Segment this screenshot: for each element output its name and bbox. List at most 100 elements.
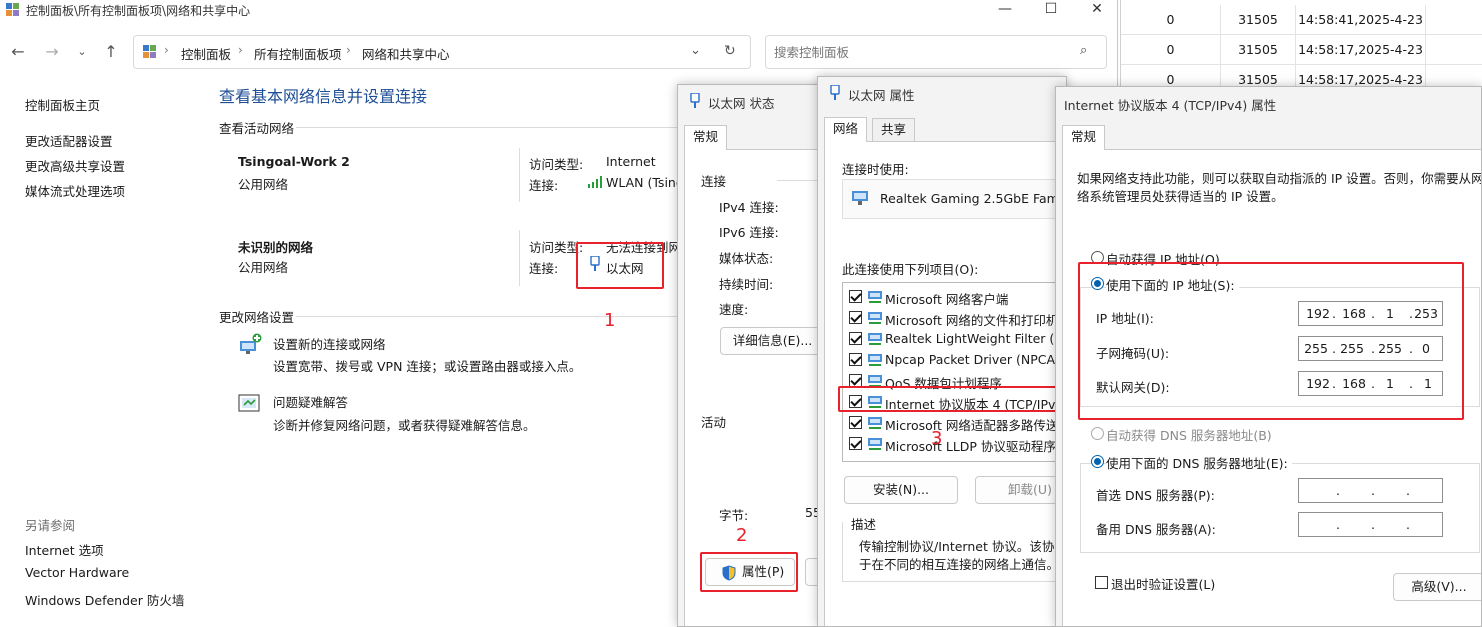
breadcrumb-network-center[interactable]: 网络和共享中心 [362, 44, 450, 63]
recent-dropdown-icon[interactable]: ⌄ [70, 40, 94, 64]
new-connection-icon [238, 333, 262, 358]
alternate-dns-field[interactable]: . . . [1298, 512, 1443, 537]
sidebar-item-home[interactable]: 控制面板主页 [25, 95, 100, 114]
validate-checkbox[interactable] [1095, 576, 1108, 589]
change-settings-label: 更改网络设置 [219, 310, 295, 325]
see-also-title: 另请参阅 [25, 518, 76, 533]
intro-text-line2: 络系统管理员处获得适当的 IP 设置。 [1077, 189, 1284, 204]
chevron-right-icon: › [238, 43, 243, 57]
maximize-button[interactable]: ☐ [1028, 0, 1074, 26]
wlan-connection-link[interactable]: WLAN (Tsing [606, 175, 684, 190]
sidebar-item-advanced-sharing[interactable]: 更改高级共享设置 [25, 156, 125, 175]
divider [519, 148, 520, 202]
ipv4-connection-label: IPv4 连接: [719, 200, 779, 215]
search-input[interactable] [774, 43, 1064, 61]
component-icon [867, 332, 883, 349]
tab-sharing[interactable]: 共享 [872, 118, 916, 142]
chevron-down-icon[interactable]: ⌄ [690, 43, 701, 58]
item-checkbox[interactable] [849, 437, 862, 450]
ethernet-status-dialog: 以太网 状态 常规 连接 IPv4 连接: IPv6 连接: 媒体状态: 持续时… [677, 84, 837, 627]
auto-dns-radio[interactable] [1091, 427, 1104, 440]
minimize-button[interactable]: — [982, 0, 1028, 26]
see-also-internet-options[interactable]: Internet 选项 [25, 540, 104, 559]
setup-connection-link[interactable]: 设置新的连接或网络 [273, 334, 386, 353]
connection-section-label: 连接 [701, 174, 727, 189]
connection-label: 连接: [529, 261, 559, 276]
close-button[interactable]: ✕ [1074, 0, 1117, 26]
search-box[interactable]: ⌕ [765, 35, 1107, 69]
dns-dot: . [1406, 483, 1410, 498]
tab-general[interactable]: 常规 [1062, 125, 1106, 150]
install-button[interactable]: 安装(N)... [844, 476, 958, 504]
list-item[interactable]: Microsoft LLDP 协议驱动程序 [843, 433, 1063, 454]
speed-label: 速度: [719, 302, 749, 317]
list-item[interactable]: Microsoft 网络的文件和打印机 [843, 307, 1063, 328]
window-title: 控制面板\所有控制面板项\网络和共享中心 [26, 4, 251, 18]
highlight-ethernet-link [576, 242, 664, 289]
item-checkbox[interactable] [849, 311, 862, 324]
chevron-right-icon: › [346, 43, 351, 57]
adapter-box: Realtek Gaming 2.5GbE Family [842, 179, 1067, 219]
divider [519, 230, 520, 286]
ethernet-icon [830, 84, 840, 103]
up-arrow-icon[interactable]: ↑ [99, 40, 123, 64]
dns-dot: . [1336, 483, 1340, 498]
activity-section-label: 活动 [701, 415, 727, 430]
component-name: Microsoft 网络客户端 [885, 292, 1009, 307]
dns-dot: . [1371, 483, 1375, 498]
annotation-number: 1 [604, 310, 616, 331]
details-button[interactable]: 详细信息(E)... [720, 327, 825, 355]
title-bar: 控制面板\所有控制面板项\网络和共享中心 — ☐ ✕ [0, 0, 1117, 28]
list-item[interactable]: Microsoft 网络客户端 [843, 286, 1063, 307]
troubleshoot-link[interactable]: 问题疑难解答 [273, 392, 348, 411]
item-checkbox[interactable] [849, 353, 862, 366]
manual-dns-radio[interactable] [1091, 455, 1104, 468]
refresh-icon[interactable]: ↻ [724, 43, 736, 59]
table-cell: 14:58:41,2025-4-23 [1296, 5, 1426, 35]
breadcrumb-control-panel[interactable]: 控制面板 [181, 44, 231, 63]
validate-label: 退出时验证设置(L) [1111, 577, 1216, 592]
advanced-button[interactable]: 高级(V)... [1393, 573, 1481, 601]
description-text-line2: 于在不同的相互连接的网络上通信。 [859, 557, 1060, 572]
chevron-right-icon: › [164, 43, 169, 57]
item-checkbox[interactable] [849, 332, 862, 345]
table-cell: 14:58:17,2025-4-23 [1296, 35, 1426, 65]
tab-general[interactable]: 常规 [684, 125, 728, 150]
list-item[interactable]: Realtek LightWeight Filter (ND [843, 328, 1066, 349]
table-cell: 0 [1121, 5, 1221, 35]
see-also-vector-hardware[interactable]: Vector Hardware [25, 565, 129, 580]
troubleshoot-icon [238, 393, 262, 418]
preferred-dns-field[interactable]: . . . [1298, 478, 1443, 503]
table-cell: 31505 [1221, 35, 1296, 65]
address-bar[interactable]: › 控制面板 › 所有控制面板项 › 网络和共享中心 ⌄ ↻ [133, 35, 751, 69]
connection-label: 连接: [529, 178, 559, 193]
highlight-properties-button [700, 552, 798, 592]
network-name: 未识别的网络 [238, 240, 314, 255]
sidebar-item-adapter-settings[interactable]: 更改适配器设置 [25, 131, 113, 150]
list-item[interactable]: Npcap Packet Driver (NPCAP) [843, 349, 1066, 370]
forward-arrow-icon[interactable]: → [40, 40, 64, 64]
dialog-title: Internet 协议版本 4 (TCP/IPv4) 属性 [1064, 98, 1277, 113]
breadcrumb-all-items[interactable]: 所有控制面板项 [254, 44, 342, 63]
control-panel-icon [6, 3, 19, 16]
table-row: 0 31505 14:58:17,2025-4-23 [1121, 35, 1482, 65]
access-type-value: Internet [606, 154, 656, 169]
see-also-defender-firewall[interactable]: Windows Defender 防火墙 [25, 590, 184, 609]
list-item[interactable]: Microsoft 网络适配器多路传送器 [843, 412, 1066, 433]
description-text-line1: 传输控制协议/Internet 协议。该协议 [859, 539, 1067, 554]
adapter-icon [852, 191, 868, 208]
back-arrow-icon[interactable]: ← [6, 40, 30, 64]
item-checkbox[interactable] [849, 290, 862, 303]
uninstall-button[interactable]: 卸载(U) [975, 476, 1066, 504]
tab-network[interactable]: 网络 [824, 117, 868, 142]
search-icon[interactable]: ⌕ [1080, 43, 1087, 58]
item-checkbox[interactable] [849, 416, 862, 429]
sidebar-item-media-streaming[interactable]: 媒体流式处理选项 [25, 181, 125, 200]
component-name: Microsoft 网络的文件和打印机 [885, 313, 1059, 328]
component-icon [867, 353, 883, 370]
component-name: Realtek LightWeight Filter (ND [885, 331, 1067, 346]
adapter-name: Realtek Gaming 2.5GbE Family [880, 191, 1067, 206]
highlight-ip-settings [1078, 262, 1464, 420]
wifi-signal-icon [588, 176, 604, 191]
components-list[interactable]: Microsoft 网络客户端 Microsoft 网络的文件和打印机 Realte… [842, 282, 1066, 462]
